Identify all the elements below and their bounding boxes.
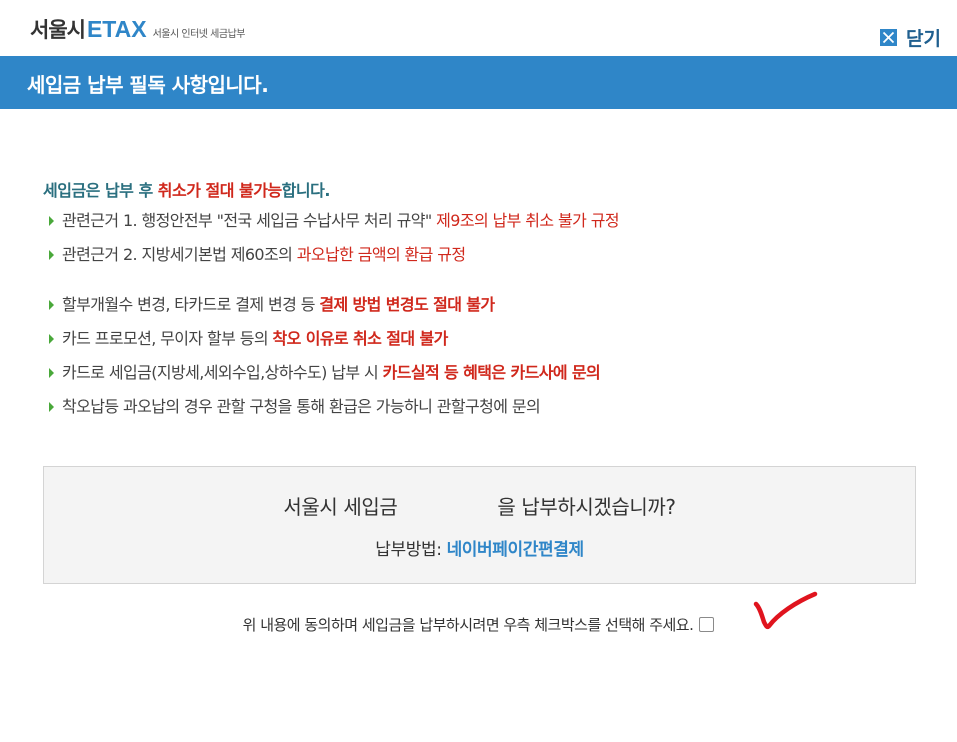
arrow-right-icon xyxy=(49,368,54,378)
arrow-right-icon xyxy=(49,334,54,344)
arrow-right-icon xyxy=(49,300,54,310)
notice-title-tail: 합니다. xyxy=(281,181,331,200)
agree-checkbox[interactable] xyxy=(699,617,715,632)
notice-title-normal: 세입금은 납부 후 xyxy=(43,181,158,200)
confirm-suffix: 을 납부하시겠습니까? xyxy=(497,495,676,519)
header-bar: 세입금 납부 필독 사항입니다. xyxy=(0,56,957,109)
list-item-highlight: 제9조의 납부 취소 불가 규정 xyxy=(436,211,619,230)
page-title: 세입금 납부 필독 사항입니다. xyxy=(27,73,269,97)
list-item-text: 할부개월수 변경, 타카드로 결제 변경 등 xyxy=(62,295,320,314)
red-check-mark-icon xyxy=(753,591,818,629)
notice-title: 세입금은 납부 후 취소가 절대 불가능합니다. xyxy=(43,178,923,204)
caution-list: 할부개월수 변경, 타카드로 결제 변경 등 결제 방법 변경도 절대 불가 카… xyxy=(43,288,923,424)
arrow-right-icon xyxy=(49,216,54,226)
agree-text: 위 내용에 동의하며 세입금을 납부하시려면 우측 체크박스를 선택해 주세요. xyxy=(242,616,694,634)
list-item-highlight: 착오 이유로 취소 절대 불가 xyxy=(272,329,448,348)
list-item-highlight: 과오납한 금액의 환급 규정 xyxy=(296,245,466,264)
close-label[interactable]: 닫기 xyxy=(906,24,941,51)
logo-etax-text: ETAX xyxy=(86,16,147,42)
payment-confirm-box: 서울시 세입금 을 납부하시겠습니까? 납부방법: 네이버페이간편결제 xyxy=(43,466,916,584)
logo-seoul-text: 서울시 xyxy=(30,18,86,42)
arrow-right-icon xyxy=(49,402,54,412)
logo-subtitle: 서울시 인터넷 세금납부 xyxy=(152,29,246,40)
list-item-text: 관련근거 2. 지방세기본법 제60조의 xyxy=(62,245,297,264)
confirm-question: 서울시 세입금 을 납부하시겠습니까? xyxy=(44,491,915,520)
list-item: 할부개월수 변경, 타카드로 결제 변경 등 결제 방법 변경도 절대 불가 xyxy=(43,288,923,322)
close-icon[interactable] xyxy=(880,29,898,46)
list-item: 카드 프로모션, 무이자 할부 등의 착오 이유로 취소 절대 불가 xyxy=(43,322,923,356)
payment-method-label: 납부방법: xyxy=(375,540,447,560)
legal-basis-list: 관련근거 1. 행정안전부 "전국 세입금 수납사무 처리 규약" 제9조의 납… xyxy=(43,204,923,272)
list-item-text: 카드로 세입금(지방세,세외수입,상하수도) 납부 시 xyxy=(62,363,383,382)
notice-content: 세입금은 납부 후 취소가 절대 불가능합니다. 관련근거 1. 행정안전부 "… xyxy=(43,178,923,424)
list-item-text: 카드 프로모션, 무이자 할부 등의 xyxy=(62,329,273,348)
list-item: 카드로 세입금(지방세,세외수입,상하수도) 납부 시 카드실적 등 혜택은 카… xyxy=(43,356,923,390)
list-item-highlight: 카드실적 등 혜택은 카드사에 문의 xyxy=(382,363,601,382)
list-item-text: 관련근거 1. 행정안전부 "전국 세입금 수납사무 처리 규약" xyxy=(62,211,437,230)
confirm-prefix: 서울시 세입금 xyxy=(283,495,398,519)
payment-notice-page: 서울시 ETAX 서울시 인터넷 세금납부 닫기 세입금 납부 필독 사항입니다… xyxy=(0,0,957,742)
list-item: 관련근거 2. 지방세기본법 제60조의 과오납한 금액의 환급 규정 xyxy=(43,238,923,272)
seoul-etax-logo: 서울시 ETAX 서울시 인터넷 세금납부 xyxy=(30,14,245,44)
list-item: 관련근거 1. 행정안전부 "전국 세입금 수납사무 처리 규약" 제9조의 납… xyxy=(43,204,923,238)
list-item-text: 착오납등 과오납의 경우 관할 구청을 통해 환급은 가능하니 관할구청에 문의 xyxy=(62,397,541,416)
notice-title-highlight: 취소가 절대 불가능 xyxy=(157,181,282,200)
list-item-highlight: 결제 방법 변경도 절대 불가 xyxy=(319,295,495,314)
list-item: 착오납등 과오납의 경우 관할 구청을 통해 환급은 가능하니 관할구청에 문의 xyxy=(43,390,923,424)
payment-method-value: 네이버페이간편결제 xyxy=(446,540,585,560)
payment-method: 납부방법: 네이버페이간편결제 xyxy=(44,535,915,560)
arrow-right-icon xyxy=(49,250,54,260)
close-button[interactable]: 닫기 xyxy=(880,24,941,51)
